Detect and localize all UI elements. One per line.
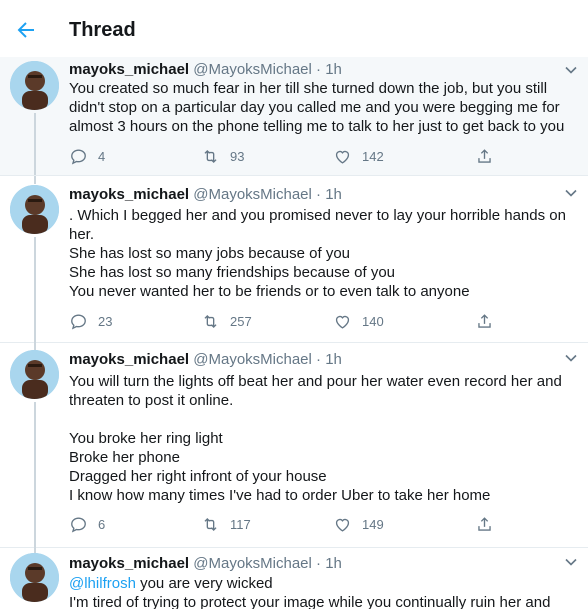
reply-button[interactable]: 6: [69, 514, 105, 534]
tweet-line: [69, 410, 579, 429]
retweet-icon: [204, 517, 217, 531]
thread-line: [34, 113, 36, 175]
tweet[interactable]: mayoks_michael @MayoksMichael · 1h @lhil…: [0, 547, 588, 609]
user-handle[interactable]: @MayoksMichael: [193, 555, 312, 572]
reply-icon: [71, 148, 86, 165]
display-name[interactable]: mayoks_michael: [69, 61, 189, 78]
like-button[interactable]: 142: [333, 146, 384, 166]
heart-icon: [335, 150, 350, 164]
separator: ·: [316, 186, 322, 203]
chevron-down-icon[interactable]: [564, 351, 578, 365]
tweet-line: @lhilfrosh you are very wicked: [69, 574, 579, 593]
tweet-text: . Which I begged her and you promised ne…: [69, 206, 579, 301]
retweet-count: 117: [230, 516, 251, 532]
thread-line: [34, 342, 36, 350]
timestamp[interactable]: 1h: [325, 186, 342, 203]
tweet-line: almost 3 hours on the phone telling me t…: [69, 118, 565, 135]
retweet-button[interactable]: 93: [201, 146, 244, 166]
retweet-count: 93: [230, 148, 245, 164]
tweet-line: . Which I begged her and you promised ne…: [69, 207, 566, 224]
share-button[interactable]: [475, 146, 494, 166]
retweet-count: 257: [230, 313, 252, 329]
tweet-text: You will turn the lights off beat her an…: [69, 372, 579, 505]
user-handle[interactable]: @MayoksMichael: [193, 186, 312, 203]
share-icon: [478, 516, 491, 531]
tweet-line: You will turn the lights off beat her an…: [69, 373, 562, 390]
reply-button[interactable]: 4: [69, 146, 105, 166]
tweet-line: Broke her phone: [69, 449, 180, 466]
tweet-line: You never wanted her to be friends or to…: [69, 283, 470, 300]
tweet-line-text: you are very wicked: [135, 575, 273, 592]
share-icon: [478, 148, 491, 163]
user-handle[interactable]: @MayoksMichael: [193, 351, 312, 368]
reply-icon: [71, 516, 86, 533]
tweet[interactable]: mayoks_michael @MayoksMichael · 1h You w…: [0, 342, 588, 548]
share-icon: [478, 313, 491, 328]
tweet-meta: mayoks_michael @MayoksMichael · 1h: [69, 60, 342, 79]
reply-button[interactable]: 23: [69, 311, 112, 331]
retweet-button[interactable]: 117: [201, 514, 251, 534]
tweet-line: She has lost so many friendships because…: [69, 264, 396, 281]
retweet-icon: [204, 314, 217, 328]
avatar[interactable]: [10, 553, 59, 602]
reply-icon: [71, 313, 86, 330]
page-title: Thread: [69, 19, 136, 41]
tweet[interactable]: mayoks_michael @MayoksMichael · 1h . Whi…: [0, 176, 588, 343]
back-arrow-icon[interactable]: [14, 18, 38, 42]
chevron-down-icon[interactable]: [564, 186, 578, 200]
thread-line: [34, 402, 36, 547]
tweet-actions: 4 93 142: [69, 146, 549, 166]
tweet-line: her.: [69, 226, 95, 243]
display-name[interactable]: mayoks_michael: [69, 186, 189, 203]
tweet-line: Dragged her right infront of your house: [69, 468, 327, 485]
mention-link[interactable]: @lhilfrosh: [69, 575, 136, 592]
thread-line: [34, 237, 36, 342]
reply-count: 23: [98, 313, 113, 329]
retweet-icon: [204, 149, 217, 163]
reply-count: 6: [98, 516, 106, 532]
tweet-line: You created so much fear in her till she…: [69, 80, 548, 97]
avatar[interactable]: [10, 350, 59, 399]
thread-line: [34, 176, 36, 184]
tweet-line: I know how many times I've had to order …: [69, 487, 491, 504]
like-button[interactable]: 149: [333, 514, 384, 534]
like-count: 140: [362, 313, 384, 329]
chevron-down-icon[interactable]: [564, 555, 578, 569]
tweet-line: You broke her ring light: [69, 430, 223, 447]
tweet-meta: mayoks_michael @MayoksMichael · 1h: [69, 350, 342, 369]
like-count: 142: [362, 148, 384, 164]
tweet-meta: mayoks_michael @MayoksMichael · 1h: [69, 554, 342, 573]
display-name[interactable]: mayoks_michael: [69, 351, 189, 368]
separator: ·: [316, 61, 322, 78]
tweet-line: didn't stop on a particular day you call…: [69, 99, 560, 116]
timestamp[interactable]: 1h: [325, 555, 342, 572]
share-button[interactable]: [475, 311, 494, 331]
tweet-line: threaten to post it online.: [69, 392, 234, 409]
timestamp[interactable]: 1h: [325, 61, 342, 78]
tweet-line: I'm tired of trying to protect your imag…: [69, 594, 551, 609]
avatar[interactable]: [10, 185, 59, 234]
tweet-meta: mayoks_michael @MayoksMichael · 1h: [69, 185, 342, 204]
heart-icon: [335, 518, 350, 532]
like-count: 149: [362, 516, 384, 532]
user-handle[interactable]: @MayoksMichael: [193, 61, 312, 78]
heart-icon: [335, 315, 350, 329]
tweet-text: You created so much fear in her till she…: [69, 79, 579, 136]
retweet-button[interactable]: 257: [201, 311, 252, 331]
like-button[interactable]: 140: [333, 311, 384, 331]
separator: ·: [316, 351, 322, 368]
thread-header: Thread: [0, 0, 588, 58]
tweet-actions: 23 257 140: [69, 311, 549, 331]
share-button[interactable]: [475, 514, 494, 534]
tweet-line: She has lost so many jobs because of you: [69, 245, 351, 262]
tweet-actions: 6 117 149: [69, 514, 549, 534]
separator: ·: [316, 555, 322, 572]
tweet[interactable]: mayoks_michael @MayoksMichael · 1h You c…: [0, 57, 588, 176]
tweet-text: @lhilfrosh you are very wicked I'm tired…: [69, 574, 579, 609]
avatar[interactable]: [10, 61, 59, 110]
timestamp[interactable]: 1h: [325, 351, 342, 368]
chevron-down-icon[interactable]: [564, 63, 578, 77]
reply-count: 4: [98, 148, 106, 164]
display-name[interactable]: mayoks_michael: [69, 555, 189, 572]
